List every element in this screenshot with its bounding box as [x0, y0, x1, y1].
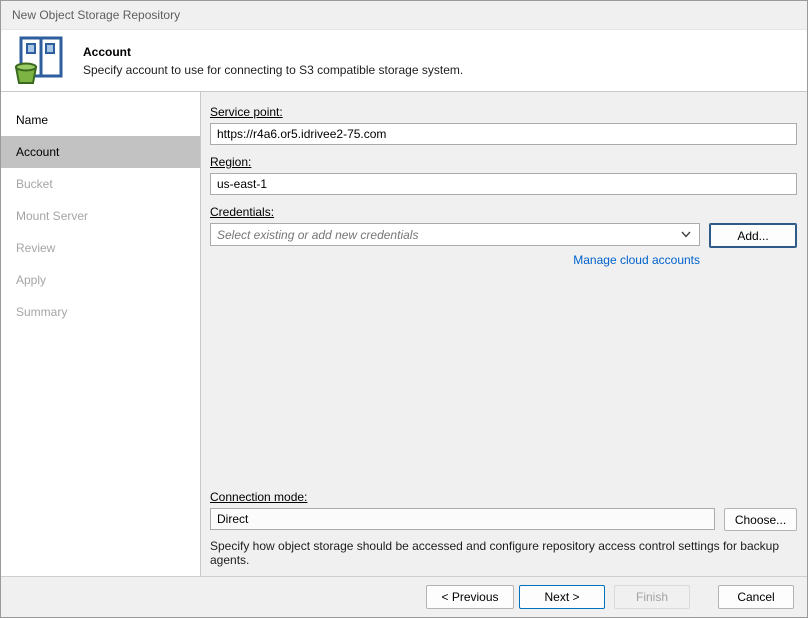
credentials-placeholder: Select existing or add new credentials: [217, 228, 418, 242]
add-credentials-button[interactable]: Add...: [709, 223, 797, 248]
header-text: Account Specify account to use for conne…: [83, 45, 463, 77]
credentials-label: Credentials:: [210, 205, 797, 219]
finish-button: Finish: [614, 585, 690, 609]
sidebar-item-account[interactable]: Account: [1, 136, 200, 168]
sidebar-item-name[interactable]: Name: [1, 104, 200, 136]
sidebar-item-apply: Apply: [1, 264, 200, 296]
account-form: Service point: https://r4a6.or5.idrivee2…: [201, 92, 807, 576]
next-button[interactable]: Next >: [519, 585, 605, 609]
object-storage-repository-icon: [13, 36, 67, 86]
manage-accounts-row: Manage cloud accounts: [210, 253, 700, 267]
credentials-row: Select existing or add new credentials M…: [210, 223, 797, 267]
sidebar-item-review: Review: [1, 232, 200, 264]
sidebar-item-bucket: Bucket: [1, 168, 200, 200]
region-label: Region:: [210, 155, 797, 169]
service-point-label: Service point:: [210, 105, 797, 119]
credentials-column: Select existing or add new credentials M…: [210, 223, 700, 267]
service-point-input[interactable]: https://r4a6.or5.idrivee2-75.com: [210, 123, 797, 145]
chevron-down-icon: [681, 231, 691, 238]
cancel-button[interactable]: Cancel: [718, 585, 794, 609]
wizard-window: New Object Storage Repository Account Sp…: [0, 0, 808, 618]
connection-mode-input: Direct: [210, 508, 715, 530]
credentials-dropdown[interactable]: Select existing or add new credentials: [210, 223, 700, 246]
title-bar: New Object Storage Repository: [1, 1, 807, 30]
window-title: New Object Storage Repository: [12, 8, 180, 22]
content-spacer: [210, 267, 797, 490]
sidebar-item-mount-server: Mount Server: [1, 200, 200, 232]
connection-mode-label: Connection mode:: [210, 490, 797, 504]
page-subtitle: Specify account to use for connecting to…: [83, 63, 463, 77]
connection-mode-row: Direct Choose...: [210, 508, 797, 531]
previous-button[interactable]: < Previous: [426, 585, 514, 609]
wizard-footer: < Previous Next > Finish Cancel: [1, 576, 807, 617]
manage-cloud-accounts-link[interactable]: Manage cloud accounts: [573, 253, 700, 267]
page-title: Account: [83, 45, 463, 59]
connection-mode-help-text: Specify how object storage should be acc…: [210, 539, 797, 567]
wizard-steps-sidebar: Name Account Bucket Mount Server Review …: [1, 92, 201, 576]
wizard-body: Name Account Bucket Mount Server Review …: [1, 92, 807, 576]
region-input[interactable]: us-east-1: [210, 173, 797, 195]
sidebar-item-summary: Summary: [1, 296, 200, 328]
choose-connection-mode-button[interactable]: Choose...: [724, 508, 797, 531]
wizard-header: Account Specify account to use for conne…: [1, 30, 807, 92]
